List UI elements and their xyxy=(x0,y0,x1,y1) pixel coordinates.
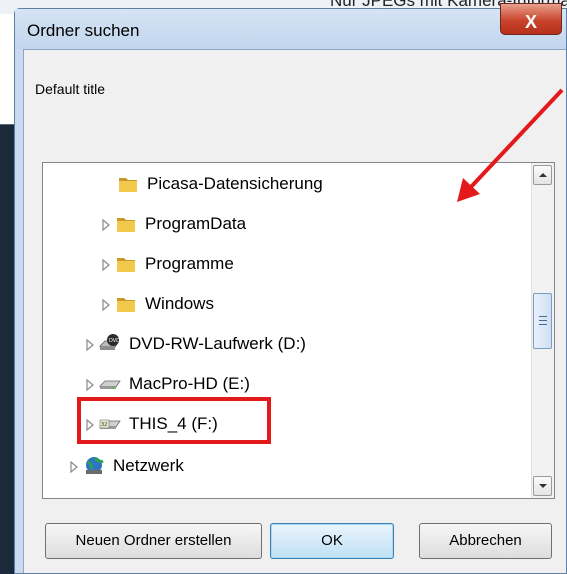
ok-button[interactable]: OK xyxy=(270,523,394,559)
new-folder-button[interactable]: Neuen Ordner erstellen xyxy=(45,523,262,559)
cancel-button[interactable]: Abbrechen xyxy=(419,523,552,559)
annotation-arrow xyxy=(457,88,564,202)
